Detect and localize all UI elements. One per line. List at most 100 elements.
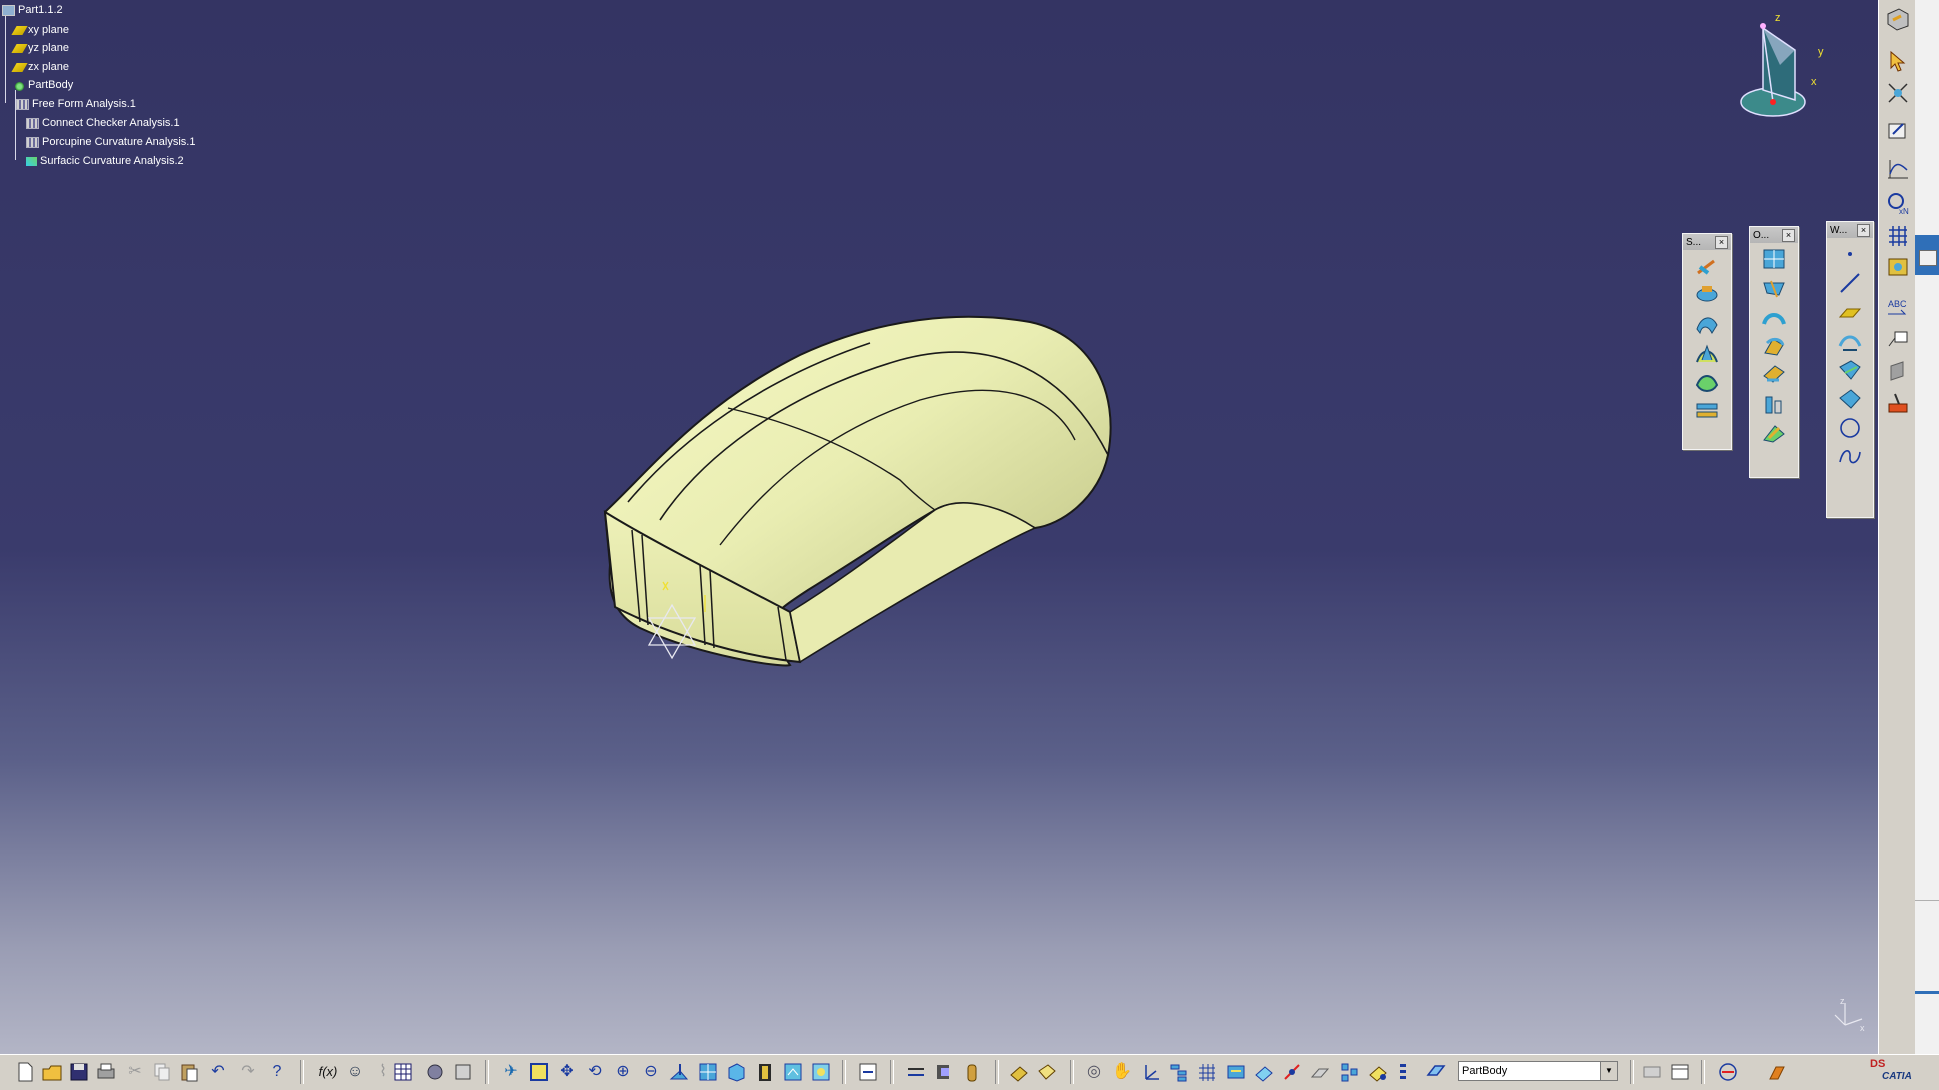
split-icon[interactable] xyxy=(1761,275,1787,301)
hybrid-body-icon[interactable] xyxy=(1339,1061,1361,1083)
copy-icon[interactable] xyxy=(151,1061,173,1083)
knowledge-advisor-icon[interactable]: ☺ xyxy=(344,1061,366,1083)
toolbar-close-button[interactable]: × xyxy=(1715,235,1728,249)
toolbar-operations[interactable]: O... × xyxy=(1749,226,1799,478)
sketch-grid-icon[interactable] xyxy=(1196,1061,1218,1083)
update-icon[interactable] xyxy=(857,1061,879,1083)
constraint-defined-icon[interactable] xyxy=(1036,1061,1058,1083)
revolve-surface-icon[interactable] xyxy=(1694,282,1720,308)
stack-icon[interactable] xyxy=(1397,1061,1409,1083)
intersection-icon[interactable] xyxy=(1837,357,1863,383)
workbench-icon[interactable] xyxy=(1885,6,1911,32)
output-feature-icon[interactable] xyxy=(1885,156,1911,182)
catalog-browser-icon[interactable] xyxy=(424,1061,446,1083)
measure-between-icon[interactable] xyxy=(905,1061,927,1083)
fit-all-icon[interactable] xyxy=(528,1061,550,1083)
current-body-select[interactable]: PartBody ▼ xyxy=(1458,1061,1618,1081)
circle-icon[interactable] xyxy=(1837,415,1863,441)
constraint-icon[interactable] xyxy=(1008,1061,1030,1083)
whats-this-icon[interactable]: ? xyxy=(266,1061,288,1083)
near-icon[interactable] xyxy=(1761,420,1787,446)
new-file-icon[interactable] xyxy=(14,1061,36,1083)
annotation-text-icon[interactable]: ABC xyxy=(1885,294,1911,320)
insert-body-icon[interactable] xyxy=(1367,1061,1389,1083)
grid-icon[interactable] xyxy=(1885,222,1911,248)
formula-icon[interactable]: f(x) xyxy=(315,1061,341,1083)
axis-system-icon[interactable] xyxy=(1140,1061,1162,1083)
apply-material-icon[interactable] xyxy=(1885,390,1911,416)
parallel-curve-icon[interactable] xyxy=(1837,386,1863,412)
multi-section-surface-icon[interactable] xyxy=(1694,398,1720,424)
multi-view-icon[interactable] xyxy=(697,1061,719,1083)
toolbar-title-bar[interactable]: S... × xyxy=(1683,234,1731,250)
extrapolate-icon[interactable] xyxy=(1761,391,1787,417)
catalog-icon[interactable] xyxy=(1885,254,1911,280)
law-icon[interactable]: xN xyxy=(1885,190,1911,216)
geometrical-set-icon[interactable] xyxy=(1225,1061,1247,1083)
join-icon[interactable] xyxy=(1761,246,1787,272)
isometric-view-icon[interactable] xyxy=(725,1061,747,1083)
reframe-icon[interactable]: ◎ xyxy=(1083,1061,1105,1083)
open-folder-icon[interactable] xyxy=(41,1061,63,1083)
extract-icon[interactable] xyxy=(1761,333,1787,359)
toolbar-surfaces[interactable]: S... × xyxy=(1682,233,1732,450)
toolbar-close-button[interactable]: × xyxy=(1857,223,1870,237)
swap-visible-space-icon[interactable] xyxy=(810,1061,832,1083)
fly-mode-icon[interactable]: ✈ xyxy=(500,1061,522,1083)
hide-show-icon[interactable] xyxy=(782,1061,804,1083)
compass-icon[interactable]: z y x xyxy=(1725,10,1825,125)
instantiate-icon[interactable] xyxy=(452,1061,474,1083)
work-on-support-icon[interactable] xyxy=(1253,1061,1275,1083)
zoom-in-icon[interactable]: ⊕ xyxy=(612,1061,634,1083)
select-icon[interactable] xyxy=(1885,48,1911,74)
rotate-icon[interactable]: ⟲ xyxy=(584,1061,606,1083)
sketch-icon[interactable] xyxy=(1885,118,1911,144)
3d-viewport[interactable]: Part1.1.2 xy plane yz plane zx plane Par… xyxy=(0,0,1878,1054)
mouse-3d-model[interactable] xyxy=(0,0,1878,1054)
plane-system-icon[interactable] xyxy=(1309,1061,1331,1083)
tree-reorder-icon[interactable] xyxy=(1168,1061,1190,1083)
table-icon[interactable] xyxy=(392,1061,414,1083)
manipulation-icon[interactable]: ✋ xyxy=(1111,1061,1133,1083)
print-icon[interactable] xyxy=(95,1061,117,1083)
toolbar-separator xyxy=(842,1060,846,1084)
undo-icon[interactable]: ↶ xyxy=(207,1061,229,1083)
scan-previous-icon[interactable] xyxy=(1641,1061,1663,1083)
toolbar-title-bar[interactable]: W... × xyxy=(1827,222,1873,238)
projection-icon[interactable] xyxy=(1837,328,1863,354)
design-table-icon[interactable]: ⌇ xyxy=(372,1061,394,1083)
sweep-surface-icon[interactable] xyxy=(1694,340,1720,366)
toolbar-wireframe[interactable]: W... × xyxy=(1826,221,1874,518)
point-icon[interactable] xyxy=(1837,241,1863,267)
pan-icon[interactable]: ✥ xyxy=(556,1061,578,1083)
fill-surface-icon[interactable] xyxy=(1694,369,1720,395)
flag-note-icon[interactable] xyxy=(1885,326,1911,352)
fillet-icon[interactable] xyxy=(1761,304,1787,330)
offset-surface-icon[interactable] xyxy=(1694,311,1720,337)
toolbar-separator xyxy=(1070,1060,1074,1084)
toolbar-close-button[interactable]: × xyxy=(1782,228,1795,242)
save-icon[interactable] xyxy=(68,1061,90,1083)
normal-view-icon[interactable] xyxy=(668,1061,690,1083)
define-in-work-object-icon[interactable] xyxy=(1425,1061,1447,1083)
translate-icon[interactable] xyxy=(1761,362,1787,388)
apply-appearance-icon[interactable] xyxy=(1766,1061,1788,1083)
shading-icon[interactable] xyxy=(754,1061,776,1083)
line-icon[interactable] xyxy=(1837,270,1863,296)
chevron-down-icon[interactable]: ▼ xyxy=(1600,1062,1617,1080)
measure-item-icon[interactable] xyxy=(933,1061,955,1083)
hide-show-icon[interactable] xyxy=(1885,358,1911,384)
zoom-out-icon[interactable]: ⊖ xyxy=(640,1061,662,1083)
plane-icon[interactable] xyxy=(1837,299,1863,325)
cut-icon[interactable]: ✂ xyxy=(124,1061,146,1083)
measure-inertia-icon[interactable] xyxy=(961,1061,983,1083)
snap-to-point-icon[interactable] xyxy=(1281,1061,1303,1083)
redo-icon[interactable]: ↷ xyxy=(237,1061,259,1083)
paste-icon[interactable] xyxy=(178,1061,200,1083)
spline-icon[interactable] xyxy=(1837,444,1863,470)
extrude-surface-icon[interactable] xyxy=(1694,253,1720,279)
scan-next-icon[interactable] xyxy=(1669,1061,1691,1083)
toolbar-title-bar[interactable]: O... × xyxy=(1750,227,1798,243)
tools-palette-icon[interactable] xyxy=(1717,1061,1739,1083)
sketcher-icon[interactable] xyxy=(1885,80,1911,106)
